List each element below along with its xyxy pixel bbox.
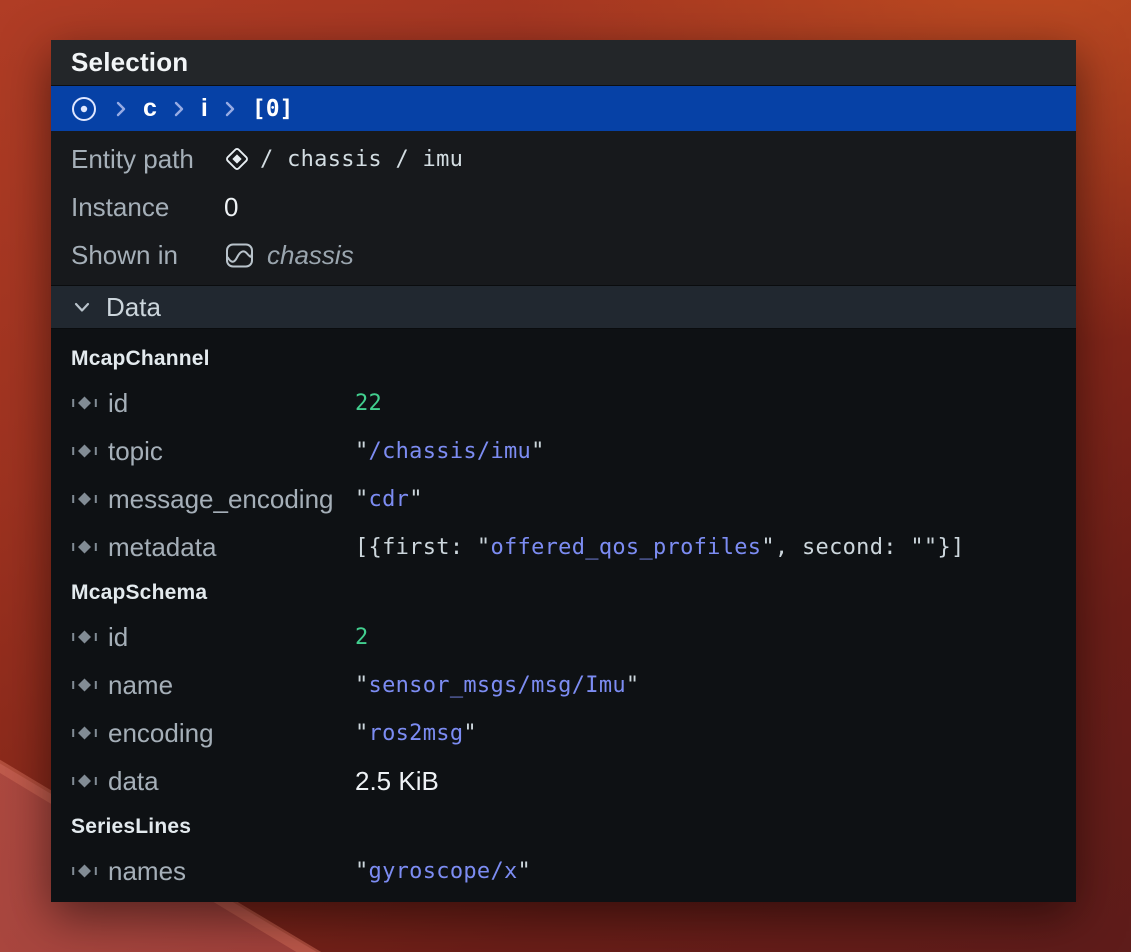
data-section-title: Data	[106, 292, 161, 323]
entity-icon	[224, 146, 250, 172]
breadcrumb-item-instance[interactable]: [0]	[252, 96, 294, 122]
component-icon	[71, 625, 98, 649]
chevron-right-icon	[171, 99, 187, 119]
overview-section: Entity path / chassis / imu Instance 0 S…	[51, 131, 1076, 285]
component-value: "sensor_msgs/msg/Imu"	[355, 673, 639, 698]
data-content: McapChannel id 22 topic "/chassis/imu" m…	[51, 329, 1076, 902]
origin-circle-icon[interactable]	[69, 94, 99, 124]
component-row-metadata: metadata [{first: "offered_qos_profiles"…	[51, 523, 1076, 571]
component-value: "cdr"	[355, 487, 423, 512]
component-icon	[71, 391, 98, 415]
timeseries-view-icon	[224, 240, 255, 271]
component-value: 22	[355, 391, 382, 416]
selection-panel-header: Selection	[51, 40, 1076, 86]
component-label: id	[108, 622, 355, 653]
component-row-names: names "gyroscope/x"	[51, 847, 1076, 895]
group-title-mcapchannel: McapChannel	[51, 337, 1076, 379]
component-row-schema-data: data 2.5 KiB	[51, 757, 1076, 805]
component-row-schema-name: name "sensor_msgs/msg/Imu"	[51, 661, 1076, 709]
component-label: id	[108, 388, 355, 419]
component-value: 2	[355, 625, 369, 650]
component-row-message-encoding: message_encoding "cdr"	[51, 475, 1076, 523]
component-icon	[71, 439, 98, 463]
breadcrumb-item-chassis[interactable]: c	[143, 94, 157, 123]
component-row-topic: topic "/chassis/imu"	[51, 427, 1076, 475]
entity-path-text: / chassis / imu	[260, 147, 463, 172]
group-title-serieslines: SeriesLines	[51, 805, 1076, 847]
component-row-schema-id: id 2	[51, 613, 1076, 661]
component-label: names	[108, 856, 355, 887]
component-row-schema-encoding: encoding "ros2msg"	[51, 709, 1076, 757]
component-label: topic	[108, 436, 355, 467]
component-value: 2.5 KiB	[355, 766, 439, 797]
breadcrumb-item-imu[interactable]: i	[201, 94, 208, 123]
component-label: metadata	[108, 532, 355, 563]
instance-label: Instance	[71, 192, 224, 223]
entity-path-row: Entity path / chassis / imu	[51, 135, 1076, 183]
component-icon	[71, 487, 98, 511]
component-value: [{first: "offered_qos_profiles", second:…	[355, 535, 965, 560]
group-title-mcapschema: McapSchema	[51, 571, 1076, 613]
component-label: data	[108, 766, 355, 797]
breadcrumb: c i [0]	[51, 86, 1076, 131]
component-icon	[71, 721, 98, 745]
selection-panel: Selection c i [0] Entity path	[51, 40, 1076, 902]
chevron-right-icon	[113, 99, 129, 119]
shown-in-row: Shown in chassis	[51, 231, 1076, 279]
panel-title: Selection	[71, 47, 188, 78]
component-label: message_encoding	[108, 484, 355, 515]
component-value: "ros2msg"	[355, 721, 477, 746]
entity-path-label: Entity path	[71, 144, 224, 175]
component-label: encoding	[108, 718, 355, 749]
component-icon	[71, 859, 98, 883]
entity-path-value[interactable]: / chassis / imu	[224, 146, 463, 172]
shown-in-value[interactable]: chassis	[224, 240, 354, 271]
component-value: "gyroscope/x"	[355, 859, 531, 884]
shown-in-view-name: chassis	[267, 240, 354, 271]
instance-row: Instance 0	[51, 183, 1076, 231]
component-label: name	[108, 670, 355, 701]
chevron-right-icon	[222, 99, 238, 119]
chevron-down-icon[interactable]	[71, 296, 93, 318]
component-row-id: id 22	[51, 379, 1076, 427]
data-section-header[interactable]: Data	[51, 285, 1076, 329]
component-icon	[71, 673, 98, 697]
instance-value: 0	[224, 192, 238, 223]
component-icon	[71, 535, 98, 559]
component-value: "/chassis/imu"	[355, 439, 545, 464]
component-icon	[71, 769, 98, 793]
shown-in-label: Shown in	[71, 240, 224, 271]
